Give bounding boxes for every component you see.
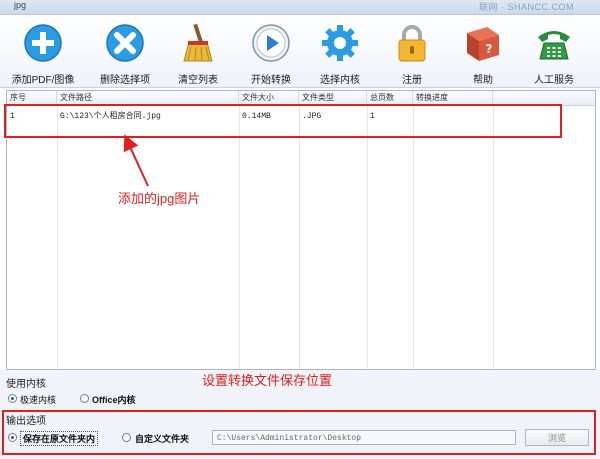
col-divider [239, 106, 240, 369]
radio-custom-folder[interactable] [122, 433, 131, 442]
manual-service-button[interactable]: 人工服务 [512, 21, 596, 87]
plus-icon [24, 24, 62, 62]
clear-list-label: 清空列表 [178, 75, 218, 86]
annotation-save-location: 设置转换文件保存位置 [202, 373, 333, 388]
annotation-added-file: 添加的jpg图片 [118, 191, 201, 206]
save-original-folder-label[interactable]: 保存在原文件夹内 [20, 431, 99, 446]
clear-list-button[interactable]: 清空列表 [156, 21, 240, 87]
browse-button[interactable]: 浏览 [525, 429, 589, 446]
play-icon [252, 24, 290, 62]
help-book-icon: ? [467, 27, 499, 61]
col-header-pages[interactable]: 总页数 [367, 91, 413, 105]
telephone-icon [538, 31, 570, 60]
watermark-text: 联网 · SHANCC.COM [479, 2, 574, 12]
toolbar: 添加PDF/图像 删除选择项 清空列表 开始转换 选择内核 注册 ? 帮助 人工… [0, 15, 600, 88]
radio-fast-kernel[interactable] [8, 394, 17, 403]
add-pdf-image-button[interactable]: 添加PDF/图像 [1, 21, 85, 87]
title-bar: jpg 联网 · SHANCC.COM [0, 0, 600, 15]
col-header-index[interactable]: 序号 [7, 91, 57, 105]
radio-save-original-folder[interactable] [8, 433, 17, 442]
radio-office-kernel[interactable] [80, 394, 89, 403]
output-path-field[interactable]: C:\Users\Administrator\Desktop [212, 430, 516, 445]
fast-kernel-label[interactable]: 极速内核 [20, 393, 56, 406]
annotation-box-file-row [4, 104, 562, 138]
col-header-path[interactable]: 文件路径 [57, 91, 239, 105]
window-title: jpg [14, 0, 27, 10]
col-header-size[interactable]: 文件大小 [239, 91, 299, 105]
col-divider [57, 106, 58, 369]
col-divider [367, 106, 368, 369]
delete-selected-button[interactable]: 删除选择项 [83, 21, 167, 87]
office-kernel-label[interactable]: Office内核 [92, 393, 136, 406]
lock-icon [398, 25, 426, 62]
add-pdf-image-label: 添加PDF/图像 [11, 75, 75, 86]
delete-selected-label: 删除选择项 [100, 75, 150, 86]
col-divider [299, 106, 300, 369]
col-divider [413, 106, 414, 369]
custom-folder-label[interactable]: 自定义文件夹 [135, 432, 189, 445]
gear-icon [322, 25, 358, 61]
col-header-type[interactable]: 文件类型 [299, 91, 367, 105]
kernel-section-label: 使用内核 [6, 379, 46, 390]
delete-x-icon [106, 24, 144, 62]
broom-icon [183, 23, 213, 62]
manual-service-label: 人工服务 [534, 75, 574, 86]
col-divider [493, 106, 494, 369]
col-header-progress[interactable]: 转换进度 [413, 91, 493, 105]
svg-text:?: ? [486, 42, 493, 56]
